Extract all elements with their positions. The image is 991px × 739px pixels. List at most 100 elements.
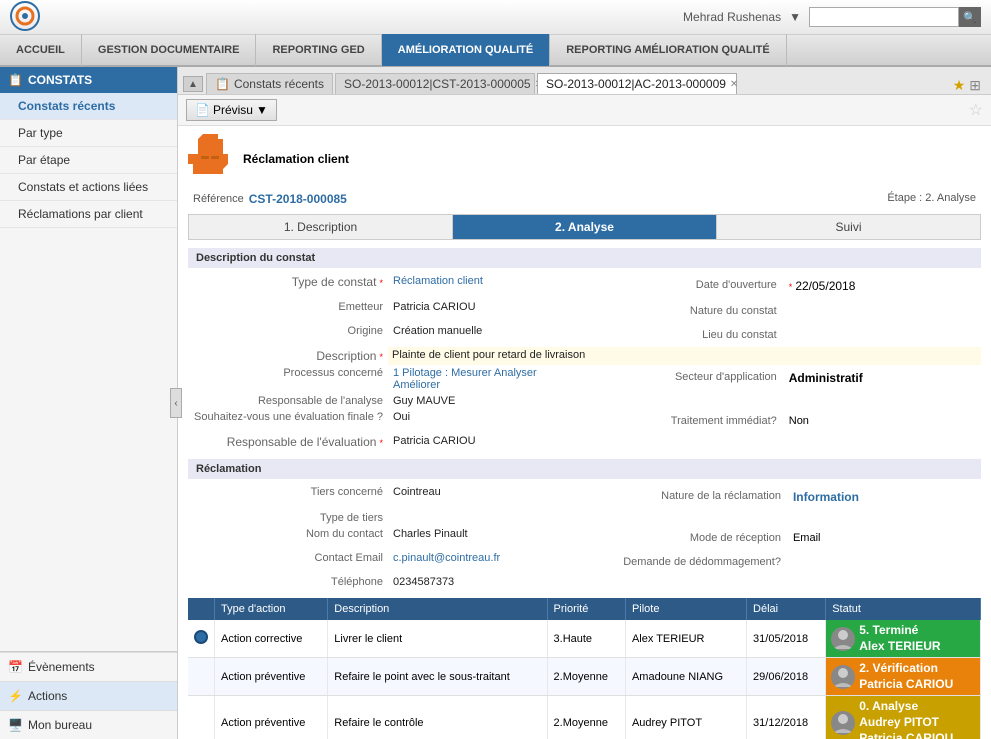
form-row-description: Description * Plainte de client pour ret… xyxy=(188,347,981,365)
tab-so-ac[interactable]: SO-2013-00012|AC-2013-000009 ✕ xyxy=(537,73,737,94)
tiers-value: Cointreau xyxy=(388,484,593,510)
nature-constat-label: Nature du constat xyxy=(592,303,782,319)
description-value: Plainte de client pour retard de livrais… xyxy=(388,347,981,365)
action-type: Action corrective xyxy=(215,620,328,658)
sidebar-bottom-mon-bureau[interactable]: 🖥️ Mon bureau xyxy=(0,710,177,739)
sub-tabs: 1. Description 2. Analyse Suivi xyxy=(188,214,981,240)
tab-so-ac-close[interactable]: ✕ xyxy=(730,79,738,90)
tab-so-cst[interactable]: SO-2013-00012|CST-2013-000005 ✕ xyxy=(335,73,535,94)
type-tiers-value xyxy=(388,510,593,526)
nav-item-reporting-aq[interactable]: REPORTING AMÉLIORATION QUALITÉ xyxy=(550,34,787,66)
sidebar-bottom-evenements[interactable]: 📅 Évènements xyxy=(0,652,177,681)
type-constat-value: Réclamation client xyxy=(388,273,585,299)
action-type: Action préventive xyxy=(215,696,328,739)
avatar xyxy=(831,627,855,651)
action-priorite: 2.Moyenne xyxy=(547,658,625,696)
nav-item-amelioration[interactable]: AMÉLIORATION QUALITÉ xyxy=(382,34,550,66)
nom-contact-value: Charles Pinault xyxy=(388,526,593,550)
action-statut: 2. Vérification Patricia CARIOU xyxy=(826,658,981,696)
sidebar-item-par-etape[interactable]: Par étape xyxy=(0,147,177,174)
sub-tab-description[interactable]: 1. Description xyxy=(189,215,453,239)
sidebar-bottom: 📅 Évènements ⚡ Actions 🖥️ Mon bureau xyxy=(0,651,177,739)
row-indicator-cell xyxy=(188,620,215,658)
search-input[interactable] xyxy=(809,7,959,27)
action-delai: 29/06/2018 xyxy=(747,658,826,696)
form-table: Type de constat * Réclamation client Dat… xyxy=(188,273,981,451)
responsable-evaluation-label: Responsable de l'évaluation * xyxy=(188,433,388,451)
sidebar-header: 📋 CONSTATS xyxy=(0,67,177,93)
processus-label: Processus concerné xyxy=(188,365,388,393)
nav-item-accueil[interactable]: ACCUEIL xyxy=(0,34,82,66)
sub-tab-analyse[interactable]: 2. Analyse xyxy=(453,215,717,239)
responsable-analyse-label: Responsable de l'analyse xyxy=(188,393,388,409)
description-section-header: Description du constat xyxy=(188,248,981,268)
user-dropdown-icon[interactable]: ▼ xyxy=(789,10,801,24)
action-delai: 31/05/2018 xyxy=(747,620,826,658)
sub-tab-suivi[interactable]: Suivi xyxy=(717,215,980,239)
form-row-tiers: Tiers concerné Cointreau Nature de la ré… xyxy=(188,484,981,510)
col-indicator xyxy=(188,598,215,620)
sidebar-collapse-arrow[interactable]: ‹ xyxy=(170,388,182,418)
nature-constat-value xyxy=(784,303,974,319)
sidebar-bottom-actions[interactable]: ⚡ Actions xyxy=(0,681,177,710)
tab-constats-recents[interactable]: 📋 Constats récents xyxy=(206,73,333,94)
contact-email-value: c.pinault@cointreau.fr xyxy=(388,550,593,574)
demande-dedom-label: Demande de dédommagement? xyxy=(600,554,786,570)
row-indicator-cell xyxy=(188,658,215,696)
contact-email-label: Contact Email xyxy=(188,550,388,574)
tiers-label: Tiers concerné xyxy=(188,484,388,510)
sidebar-item-constats-recents[interactable]: Constats récents xyxy=(0,93,177,120)
user-name: Mehrad Rushenas xyxy=(683,10,781,24)
grid-icon[interactable]: ⊞ xyxy=(969,77,981,94)
processus-value: 1 Pilotage : Mesurer Analyser Améliorer xyxy=(388,365,585,393)
sidebar-item-reclamations-par-client[interactable]: Réclamations par client xyxy=(0,201,177,228)
action-statut: 5. Terminé Alex TERIEUR xyxy=(826,620,981,658)
nav-bar: ACCUEIL GESTION DOCUMENTAIRE REPORTING G… xyxy=(0,35,991,67)
table-row[interactable]: Action préventiveRefaire le contrôle2.Mo… xyxy=(188,696,981,739)
form-row-processus: Processus concerné 1 Pilotage : Mesurer … xyxy=(188,365,981,393)
col-type-action: Type d'action xyxy=(215,598,328,620)
action-pilote: Audrey PITOT xyxy=(625,696,746,739)
table-row[interactable]: Action correctiveLivrer le client3.Haute… xyxy=(188,620,981,658)
form-row-responsable-evaluation: Responsable de l'évaluation * Patricia C… xyxy=(188,433,981,451)
reference-label: Référence xyxy=(193,193,244,205)
col-description: Description xyxy=(328,598,547,620)
secteur-application-value: Administratif xyxy=(784,369,974,387)
traitement-immediat-label: Traitement immédiat? xyxy=(592,413,782,429)
sidebar-item-constats-actions-liees[interactable]: Constats et actions liées xyxy=(0,174,177,201)
mode-reception-value: Email xyxy=(788,530,974,546)
scroll-up-button[interactable]: ▲ xyxy=(183,76,203,92)
action-description: Refaire le point avec le sous-traitant xyxy=(328,658,547,696)
action-priorite: 2.Moyenne xyxy=(547,696,625,739)
reference-value: CST-2018-000085 xyxy=(249,192,347,206)
lieu-constat-value xyxy=(784,327,974,343)
action-description: Refaire le contrôle xyxy=(328,696,547,739)
reference-left: Référence CST-2018-000085 xyxy=(193,192,347,206)
app-logo xyxy=(10,1,40,34)
table-row[interactable]: Action préventiveRefaire le point avec l… xyxy=(188,658,981,696)
description-label: Description * xyxy=(188,347,388,365)
top-bar: Mehrad Rushenas ▼ 🔍 xyxy=(0,0,991,35)
form-row-telephone: Téléphone 0234587373 xyxy=(188,574,981,590)
sidebar-item-par-type[interactable]: Par type xyxy=(0,120,177,147)
search-button[interactable]: 🔍 xyxy=(959,7,981,27)
origine-label: Origine xyxy=(188,323,388,347)
evaluation-label: Souhaitez-vous une évaluation finale ? xyxy=(188,409,388,433)
col-delai: Délai xyxy=(747,598,826,620)
nature-reclamation-label: Nature de la réclamation xyxy=(600,488,786,506)
nav-item-gestion-doc[interactable]: GESTION DOCUMENTAIRE xyxy=(82,34,257,66)
actions-icon: ⚡ xyxy=(8,689,23,703)
col-pilote: Pilote xyxy=(625,598,746,620)
page-favorite-star[interactable]: ☆ xyxy=(969,100,983,120)
page-icon xyxy=(188,134,233,184)
mon-bureau-icon: 🖥️ xyxy=(8,718,23,732)
form-row-evaluation: Souhaitez-vous une évaluation finale ? O… xyxy=(188,409,981,433)
status-badge: 2. Vérification Patricia CARIOU xyxy=(826,658,980,695)
page-title: Réclamation client xyxy=(243,152,349,166)
favorite-star-icon[interactable]: ★ xyxy=(953,77,966,94)
tab-constats-recents-icon: 📋 xyxy=(215,77,230,91)
page-title-area: Réclamation client xyxy=(188,134,981,184)
nav-item-reporting-ged[interactable]: REPORTING GED xyxy=(256,34,381,66)
previsu-button[interactable]: 📄 Prévisu ▼ xyxy=(186,99,277,121)
date-ouverture-label: Date d'ouverture xyxy=(592,277,782,295)
